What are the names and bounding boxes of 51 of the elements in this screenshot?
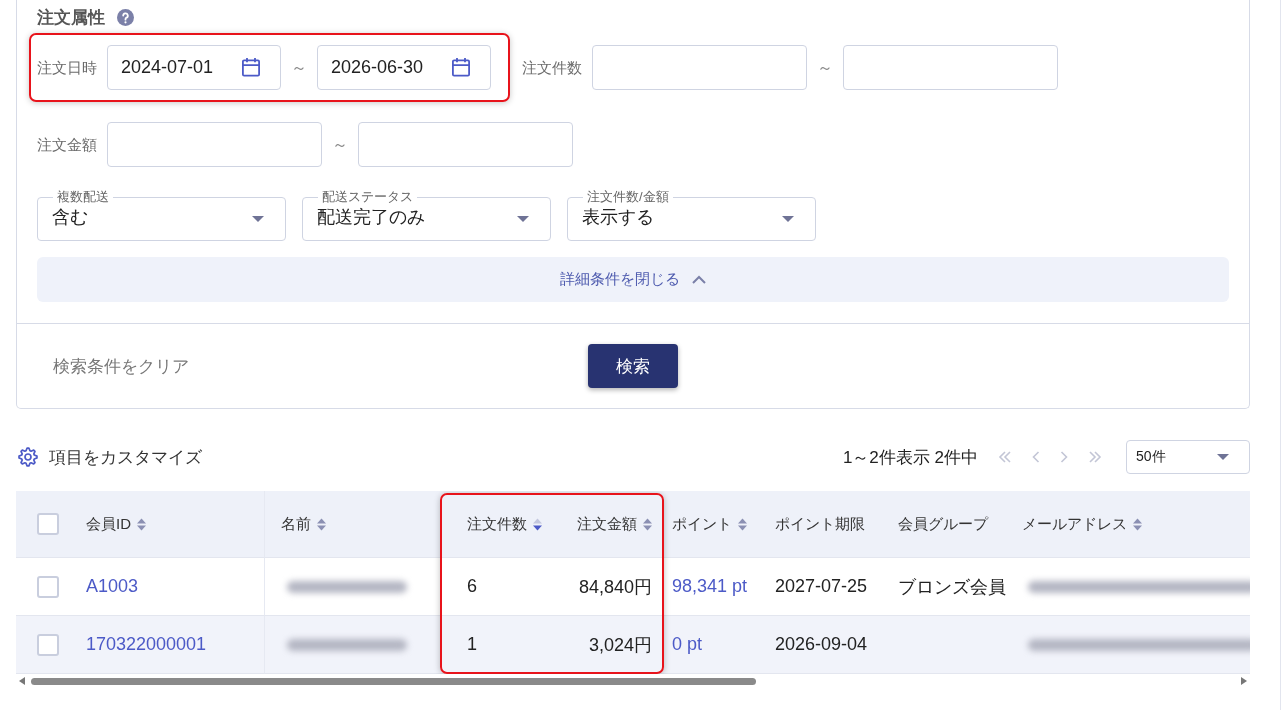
- result-count: 1～2件表示 2件中: [842, 446, 978, 469]
- range-separator: ～: [332, 134, 348, 155]
- table-cell-text: 3,024円: [588, 633, 652, 657]
- field-label: 配送ステータス: [318, 189, 417, 205]
- table-cell-text: ブロンズ会員: [898, 575, 1006, 599]
- checkbox[interactable]: [37, 513, 59, 535]
- range-separator: ～: [291, 57, 307, 78]
- field-label: 注文件数: [522, 57, 582, 78]
- table-cell-text: 84,840円: [578, 575, 652, 599]
- clear-link[interactable]: 検索条件をクリア: [53, 354, 189, 378]
- number-field[interactable]: [358, 122, 573, 167]
- collapse-toggle[interactable]: 詳細条件を閉じる: [37, 257, 1229, 302]
- calendar-icon[interactable]: [451, 57, 471, 77]
- column-header: ポイント期限: [775, 514, 865, 534]
- column-header[interactable]: 名前: [281, 514, 326, 534]
- checkbox[interactable]: [37, 633, 59, 656]
- caret-down-icon: [252, 216, 264, 222]
- date-field[interactable]: 2024-07-01: [107, 45, 281, 90]
- help-icon[interactable]: [117, 9, 134, 26]
- caret-down-icon: [517, 216, 529, 222]
- column-header[interactable]: メールアドレス: [1022, 514, 1142, 534]
- settings-icon: [18, 447, 38, 467]
- scroll-left-icon[interactable]: [19, 677, 25, 685]
- number-field[interactable]: [592, 45, 807, 90]
- column-header[interactable]: 会員ID: [86, 514, 146, 534]
- field-label: 注文日時: [37, 57, 97, 78]
- field-label: 注文件数/金額: [583, 189, 673, 205]
- number-field[interactable]: [107, 122, 322, 167]
- column-header: 会員グループ: [898, 514, 988, 534]
- scrollbar-thumb[interactable]: [31, 677, 756, 685]
- customize-columns-button[interactable]: 項目をカスタマイズ: [16, 445, 202, 469]
- table-cell: 6: [467, 576, 477, 597]
- calendar-icon[interactable]: [241, 57, 261, 77]
- points-link[interactable]: 98,341 pt: [672, 576, 748, 597]
- table-cell: 1: [467, 634, 477, 655]
- member-id-link[interactable]: A1003: [86, 576, 139, 597]
- search-button[interactable]: 検索: [588, 344, 678, 388]
- number-field[interactable]: [843, 45, 1058, 90]
- field-label: 複数配送: [53, 189, 113, 205]
- table-cell: 2026-09-04: [775, 634, 868, 655]
- caret-down-icon: [782, 216, 794, 222]
- checkbox[interactable]: [37, 575, 59, 598]
- per-page-select[interactable]: 50件: [1126, 440, 1250, 474]
- field-label: 注文金額: [37, 134, 97, 155]
- table-cell: 2027-07-25: [775, 576, 868, 597]
- caret-down-icon: [1217, 454, 1229, 460]
- range-separator: ～: [817, 57, 833, 78]
- section-title: 注文属性: [37, 7, 105, 28]
- scroll-right-icon[interactable]: [1241, 677, 1247, 685]
- date-field[interactable]: 2026-06-30: [317, 45, 491, 90]
- points-link[interactable]: 0 pt: [672, 634, 703, 655]
